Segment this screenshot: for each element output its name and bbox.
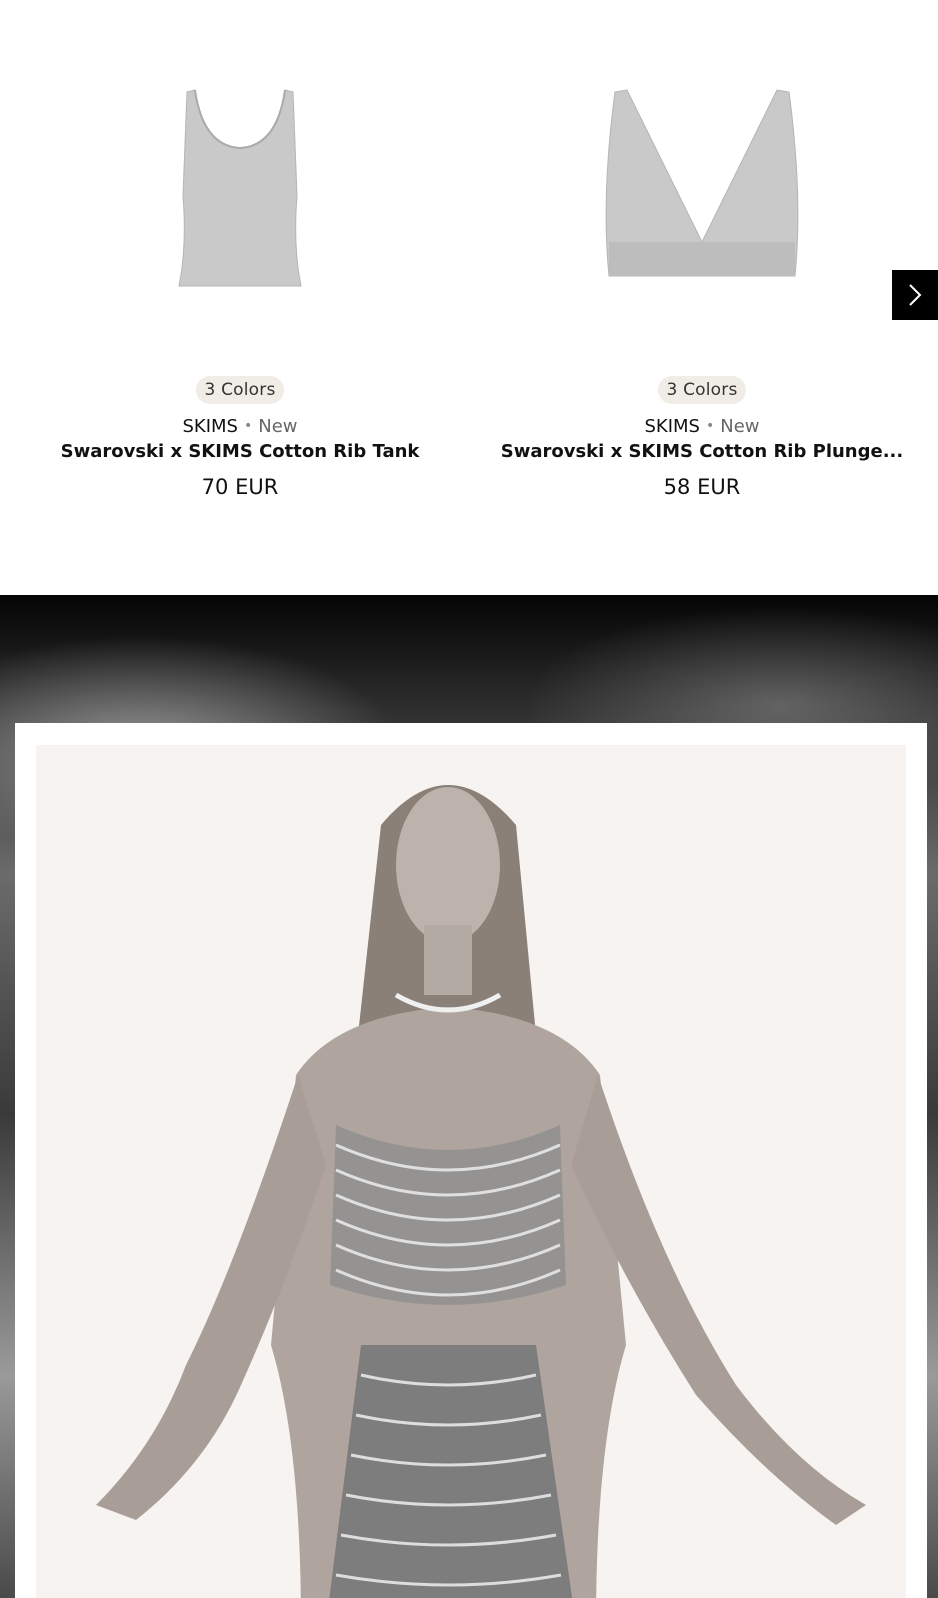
separator-dot: • [243,418,253,434]
product-card[interactable]: 3 Colors SKIMS • New Swarovski x SKIMS Cot… [482,0,922,499]
product-price: 70 EUR [201,475,279,499]
tank-top-icon [178,89,302,287]
campaign-hero [0,595,938,1598]
new-tag: New [720,416,760,437]
model-figure-image [96,785,866,1598]
product-image[interactable] [20,0,460,340]
bralette-icon [605,89,799,277]
product-image[interactable] [482,0,922,340]
campaign-photo[interactable] [36,745,906,1598]
brand-row: SKIMS • New [482,416,922,437]
product-name[interactable]: Swarovski x SKIMS Cotton Rib Plunge... [482,441,922,462]
product-name[interactable]: Swarovski x SKIMS Cotton Rib Tank [20,441,460,462]
product-carousel: 3 Colors SKIMS • New Swarovski x SKIMS Cot… [0,0,938,595]
carousel-next-button[interactable] [892,270,938,320]
separator-dot: • [705,418,715,434]
color-count-badge[interactable]: 3 Colors [658,376,746,404]
brand-row: SKIMS • New [20,416,460,437]
brand-name: SKIMS [644,416,700,437]
color-count-badge[interactable]: 3 Colors [196,376,284,404]
chevron-right-icon [909,284,922,306]
product-card[interactable]: 3 Colors SKIMS • New Swarovski x SKIMS Cot… [20,0,460,499]
product-price: 58 EUR [663,475,741,499]
new-tag: New [258,416,298,437]
brand-name: SKIMS [182,416,238,437]
